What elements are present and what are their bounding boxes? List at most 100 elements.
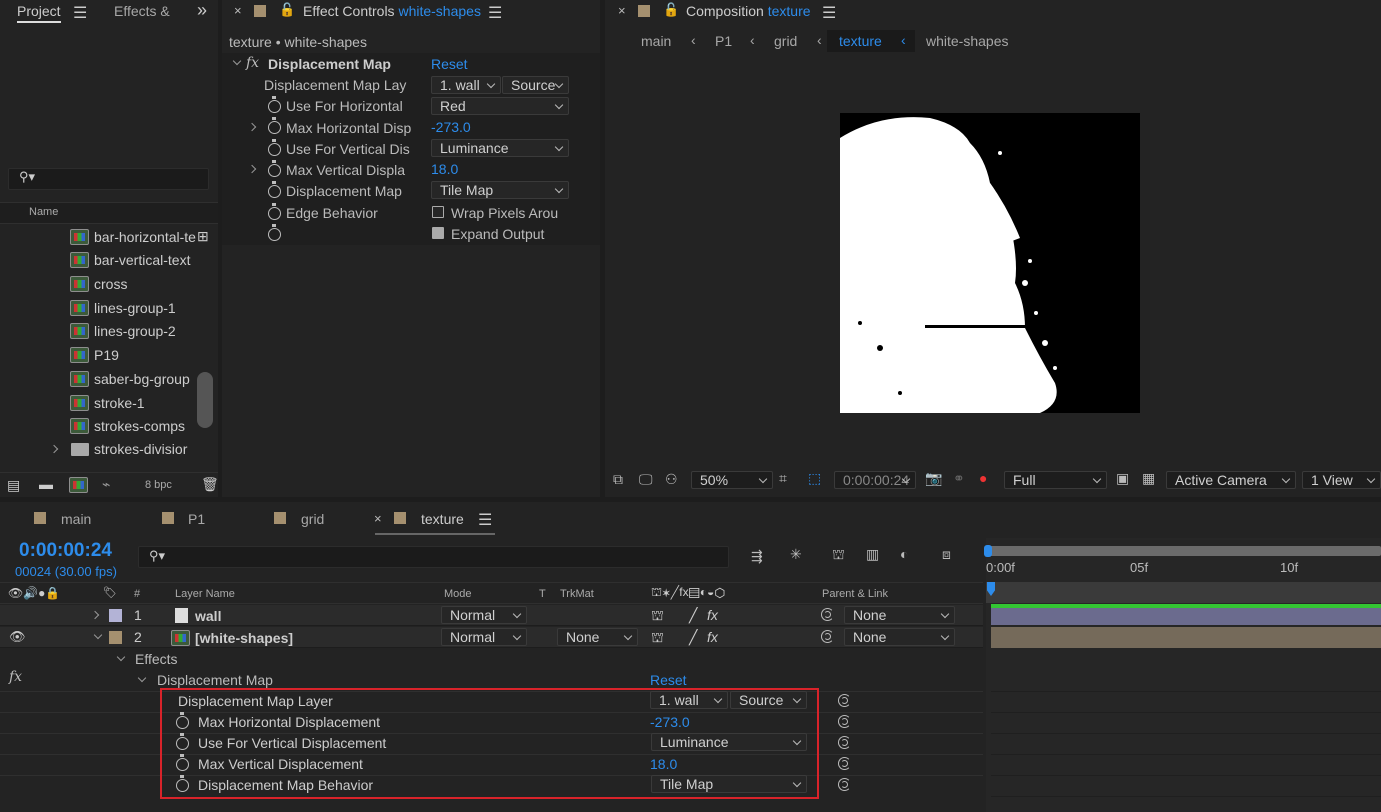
monitor-icon[interactable]: 🖵 (639, 471, 653, 488)
pickwhip-icon[interactable] (821, 630, 834, 643)
work-area-start-handle[interactable] (984, 545, 992, 557)
map-source-dropdown[interactable]: Source (502, 76, 569, 94)
fast-preview-icon[interactable]: ▣ (1116, 470, 1129, 487)
list-item[interactable]: strokes-comps (0, 416, 196, 438)
av-features-icon[interactable]: 👁🔊●🔒 (8, 586, 60, 600)
collapse-effect-icon[interactable] (232, 56, 242, 66)
list-item[interactable]: strokes-divisior (0, 439, 196, 461)
project-search-input[interactable]: ⚲▾ (8, 168, 209, 190)
channels-icon[interactable]: ● (979, 470, 987, 486)
camera-snapshot-icon[interactable]: 📷 (925, 470, 942, 487)
grid-guides-icon[interactable]: ⌗ (779, 470, 787, 487)
expand-folder-icon[interactable] (49, 444, 59, 454)
breadcrumb-white-shapes[interactable]: white-shapes (926, 33, 1009, 49)
stopwatch-icon[interactable] (268, 117, 281, 134)
work-area-bar[interactable] (984, 545, 1381, 557)
show-snapshot-icon[interactable]: ⚭ (953, 470, 965, 487)
comp-viewer[interactable] (605, 60, 1381, 464)
layer-bar-2[interactable] (991, 627, 1381, 648)
switches-icons[interactable]: ⛫✶╱fx▤◐◒⬡ (651, 585, 725, 601)
label-icon[interactable]: 🏷 (103, 586, 117, 599)
layer-row-1[interactable]: 1 wall Normal ⛫ ╱ fx None (0, 605, 983, 626)
stopwatch-icon[interactable] (268, 203, 281, 220)
column-name[interactable]: Name (29, 206, 58, 218)
column-parent[interactable]: Parent & Link (822, 588, 888, 600)
wrap-pixels-checkbox[interactable] (432, 206, 444, 218)
effect-controls-tab[interactable]: Effect Controls white-shapes (303, 3, 481, 19)
collapse-effects-icon[interactable] (116, 652, 126, 662)
stopwatch-icon[interactable] (268, 96, 281, 113)
fx-icon[interactable]: fx (9, 669, 22, 685)
trash-icon[interactable]: 🗑 (201, 476, 219, 493)
behavior-dropdown[interactable]: Tile Map (431, 181, 569, 199)
panel-menu-icon[interactable]: ☰ (478, 510, 492, 530)
stopwatch-icon[interactable] (268, 139, 281, 156)
list-item[interactable]: bar-horizontal-te (0, 227, 196, 249)
graph-editor-icon[interactable]: ⧈ (942, 546, 951, 563)
parent-dropdown[interactable]: None (844, 628, 955, 646)
max-h-value[interactable]: -273.0 (431, 119, 471, 135)
tab-effects[interactable]: Effects & (114, 3, 170, 19)
column-trkmat[interactable]: TrkMat (560, 588, 594, 600)
column-layer-name[interactable]: Layer Name (175, 588, 235, 600)
pickwhip-icon[interactable] (838, 736, 851, 749)
views-dropdown[interactable]: 1 View (1302, 471, 1381, 489)
layer-name[interactable]: wall (195, 608, 221, 624)
mode-dropdown[interactable]: Normal (441, 628, 527, 646)
bpc-button[interactable]: 8 bpc (145, 479, 172, 491)
layer-bar-1[interactable] (991, 604, 1381, 625)
project-scrollbar[interactable] (197, 372, 213, 428)
pickwhip-icon[interactable] (838, 694, 851, 707)
close-tab-icon[interactable]: × (234, 3, 242, 18)
fx-icon[interactable]: fx (246, 55, 259, 71)
snapshot-toggle-icon[interactable]: ⧉ (613, 471, 623, 488)
tab-texture[interactable]: texture (421, 511, 464, 527)
frame-blending-icon[interactable]: ▥ (866, 546, 879, 563)
breadcrumb-texture[interactable]: texture ‹ (827, 30, 915, 52)
parent-dropdown[interactable]: None (844, 606, 955, 624)
panel-menu-icon[interactable]: ☰ (822, 3, 836, 23)
breadcrumb-p1[interactable]: P1 (715, 33, 732, 49)
close-tab-icon[interactable]: × (618, 3, 626, 18)
shy-switch-icon[interactable]: ⛫ (651, 607, 664, 626)
motion-blur-icon[interactable]: ◐ (900, 546, 908, 562)
layer-label-color[interactable] (109, 609, 122, 622)
list-item[interactable]: cross (0, 274, 196, 296)
use-horizontal-dropdown[interactable]: Red (431, 97, 569, 115)
region-of-interest-icon[interactable]: ⬚ (808, 470, 821, 487)
interpret-footage-icon[interactable]: ▤ (7, 477, 20, 494)
eye-icon[interactable]: 👁 (9, 629, 26, 645)
list-item[interactable]: stroke-1 (0, 393, 196, 415)
draft-3d-icon[interactable]: ✳ (790, 546, 802, 563)
list-item[interactable]: lines-group-2 (0, 321, 196, 343)
effects-switch-icon[interactable]: fx (707, 607, 718, 623)
breadcrumb-grid[interactable]: grid (774, 33, 797, 49)
pickwhip-icon[interactable] (838, 757, 851, 770)
transparency-grid-icon[interactable]: ▦ (1142, 470, 1155, 487)
mode-dropdown[interactable]: Normal (441, 606, 527, 624)
layer-label-color[interactable] (109, 631, 122, 644)
resolution-dropdown[interactable]: Full (1004, 471, 1107, 489)
zoom-dropdown[interactable]: 50% (691, 471, 773, 489)
comp-flowchart-icon[interactable]: ⇶ (751, 548, 763, 565)
reset-link[interactable]: Reset (431, 56, 468, 72)
list-item[interactable]: saber-bg-group (0, 369, 196, 391)
lock-icon[interactable]: 🔓 (663, 2, 679, 18)
new-composition-icon[interactable] (69, 477, 88, 493)
current-time-display[interactable]: 0:00:00:24 (19, 540, 112, 562)
quality-switch-icon[interactable]: ╱ (689, 629, 697, 646)
max-v-value[interactable]: 18.0 (431, 161, 458, 177)
layer-row-2[interactable]: 👁 2 [white-shapes] Normal None ⛫ ╱ fx No… (0, 627, 983, 648)
close-tab-icon[interactable]: × (374, 511, 382, 526)
quality-switch-icon[interactable]: ╱ (689, 607, 697, 624)
timeline-graph-area[interactable]: 0:00f 05f 10f (984, 538, 1381, 812)
list-item[interactable]: bar-vertical-text (0, 250, 196, 272)
new-folder-icon[interactable]: ▬ (39, 476, 53, 492)
stopwatch-icon[interactable] (268, 160, 281, 177)
lock-icon[interactable]: 🔓 (279, 2, 295, 18)
pickwhip-icon[interactable] (821, 608, 834, 621)
pickwhip-icon[interactable] (838, 715, 851, 728)
trkmat-dropdown[interactable]: None (557, 628, 638, 646)
timecode-field[interactable]: 0:00:00:24 (834, 471, 916, 489)
breadcrumb-main[interactable]: main (641, 33, 671, 49)
